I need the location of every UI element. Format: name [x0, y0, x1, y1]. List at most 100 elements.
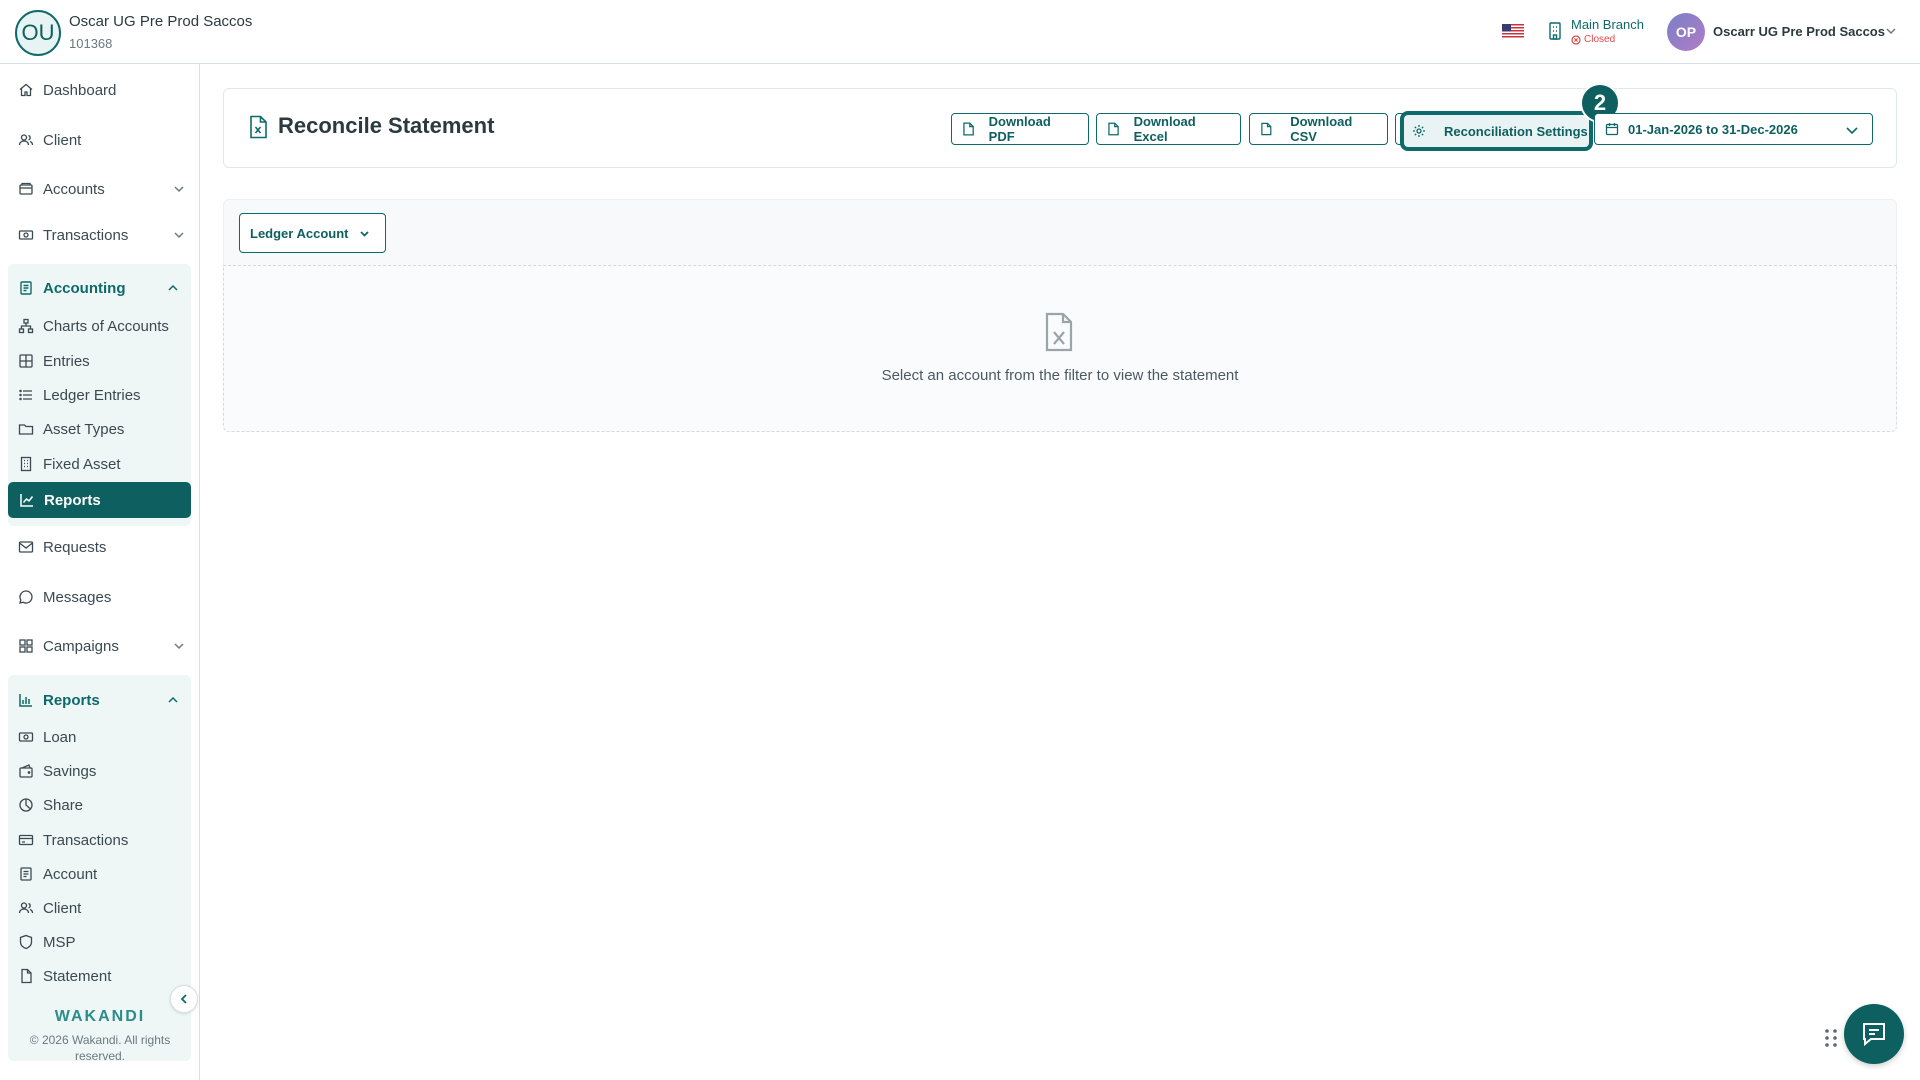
brand-logo: WAKANDI [54, 1008, 146, 1025]
users-icon [18, 902, 34, 914]
ledger-icon [20, 867, 32, 881]
sidebar-item-label: Account [43, 865, 98, 883]
sidebar-item-charts-of-accounts[interactable]: Charts of Accounts [18, 313, 184, 339]
building-icon [20, 456, 32, 472]
excel-file-icon [250, 115, 267, 139]
filter-bar [223, 199, 1897, 265]
chat-icon [1863, 1023, 1885, 1047]
chat-button[interactable] [1844, 1004, 1904, 1064]
chevron-down-icon [174, 643, 184, 650]
page-title: Reconcile Statement [278, 113, 495, 138]
reconciliation-settings-button[interactable]: Reconciliation Settings [1400, 111, 1593, 151]
user-name[interactable]: Oscarr UG Pre Prod Saccos [1713, 24, 1885, 39]
chevron-left-icon [180, 994, 187, 1004]
chevron-up-icon [168, 284, 178, 291]
org-avatar[interactable]: OU [15, 10, 61, 56]
branch-status: Closed [1571, 34, 1615, 45]
bar-chart-icon [19, 694, 32, 707]
filter-label: Ledger Account [250, 225, 349, 241]
sidebar-item-client[interactable]: Client [18, 126, 186, 154]
sidebar-item-label: Fixed Asset [43, 455, 121, 473]
sidebar-group-reports[interactable]: Reports [18, 686, 180, 714]
sidebar-item-label: Statement [43, 967, 112, 985]
user-avatar[interactable]: OP [1667, 13, 1705, 51]
sidebar-item-ledger-entries[interactable]: Ledger Entries [18, 382, 184, 408]
list-icon [19, 389, 32, 401]
branch-status-text: Closed [1584, 34, 1616, 45]
empty-state-message: Select an account from the filter to vie… [881, 367, 1239, 384]
top-bar: OU Oscar UG Pre Prod Saccos 101368 Main … [0, 0, 1920, 64]
sidebar-item-label: Accounts [43, 180, 105, 198]
sidebar-item-requests[interactable]: Requests [18, 533, 186, 561]
org-id: 101368 [69, 36, 113, 51]
button-label: Download PDF [988, 114, 1051, 144]
sidebar-item-savings[interactable]: Savings [18, 758, 184, 784]
sidebar-item-transactions[interactable]: Transactions [18, 221, 186, 249]
sidebar-item-label: Requests [43, 538, 107, 556]
sidebar-item-label: Client [43, 899, 82, 917]
sidebar: Dashboard Client Accounts Transactions A… [0, 64, 200, 1080]
sidebar-item-transactions-report[interactable]: Transactions [18, 827, 184, 853]
date-range-value: 01-Jan-2026 to 31-Dec-2026 [1628, 121, 1798, 137]
folder-icon [18, 424, 34, 435]
download-excel-button[interactable]: Download Excel [1096, 113, 1241, 145]
hierarchy-icon [18, 318, 34, 334]
sidebar-item-fixed-asset[interactable]: Fixed Asset [18, 451, 184, 477]
gear-icon [1413, 125, 1425, 137]
sidebar-item-asset-types[interactable]: Asset Types [18, 416, 184, 442]
trend-chart-icon [20, 494, 34, 507]
branch-name[interactable]: Main Branch [1571, 17, 1644, 32]
credit-card-icon [18, 834, 34, 846]
sidebar-group-accounting[interactable]: Accounting [18, 274, 180, 302]
org-name: Oscar UG Pre Prod Saccos [69, 13, 253, 30]
calendar-icon [1605, 123, 1619, 136]
grid-icon [19, 639, 33, 653]
sidebar-item-label: Share [43, 796, 84, 814]
sidebar-item-campaigns[interactable]: Campaigns [18, 632, 186, 660]
sidebar-item-loan[interactable]: Loan [18, 724, 184, 750]
sidebar-item-label: MSP [43, 933, 76, 951]
sidebar-item-share[interactable]: Share [18, 792, 184, 818]
ledger-account-filter[interactable]: Ledger Account [239, 213, 387, 253]
button-label: Reconciliation Settings [1444, 123, 1588, 139]
wallet-icon [19, 764, 33, 778]
sidebar-item-messages[interactable]: Messages [18, 583, 186, 611]
cash-icon [18, 732, 34, 742]
table-icon [19, 354, 33, 368]
home-icon [19, 83, 33, 97]
chevron-up-icon [168, 696, 178, 703]
sidebar-item-label: Transactions [43, 831, 129, 849]
sidebar-group-label: Accounting [43, 279, 126, 297]
closed-x-icon [1571, 34, 1581, 45]
file-icon [963, 122, 974, 136]
sidebar-item-label: Client [43, 131, 82, 149]
sidebar-item-label: Savings [43, 762, 97, 780]
pie-icon [19, 798, 33, 812]
sidebar-item-entries[interactable]: Entries [18, 348, 184, 374]
us-flag-icon[interactable] [1502, 24, 1524, 39]
download-pdf-button[interactable]: Download PDF [951, 113, 1089, 145]
sidebar-item-accounts[interactable]: Accounts [18, 175, 186, 203]
sidebar-item-msp[interactable]: MSP [18, 929, 184, 955]
sidebar-item-label: Messages [43, 588, 112, 606]
chevron-down-icon [174, 232, 184, 239]
sidebar-item-statement[interactable]: Statement [18, 963, 184, 989]
sidebar-group-label: Reports [43, 691, 100, 709]
chevron-down-icon[interactable] [1884, 24, 1898, 38]
chevron-down-icon [1846, 127, 1858, 135]
date-range-select[interactable]: 01-Jan-2026 to 31-Dec-2026 [1594, 113, 1873, 145]
sidebar-item-label: Dashboard [43, 81, 117, 99]
mail-icon [18, 541, 34, 553]
sidebar-item-reports-active[interactable]: Reports [8, 482, 191, 518]
sidebar-item-dashboard[interactable]: Dashboard [18, 76, 186, 104]
download-csv-button[interactable]: Download CSV [1249, 113, 1388, 145]
file-icon [1261, 122, 1272, 136]
file-icon [21, 968, 32, 984]
sidebar-item-account[interactable]: Account [18, 861, 184, 887]
sidebar-item-client-report[interactable]: Client [18, 895, 184, 921]
sidebar-item-label: Loan [43, 728, 77, 746]
drag-handle-icon[interactable] [1824, 1028, 1838, 1048]
copyright-text: © 2026 Wakandi. All rights reserved. [29, 1033, 171, 1063]
sidebar-item-label: Charts of Accounts [43, 317, 169, 335]
shield-icon [19, 934, 33, 950]
